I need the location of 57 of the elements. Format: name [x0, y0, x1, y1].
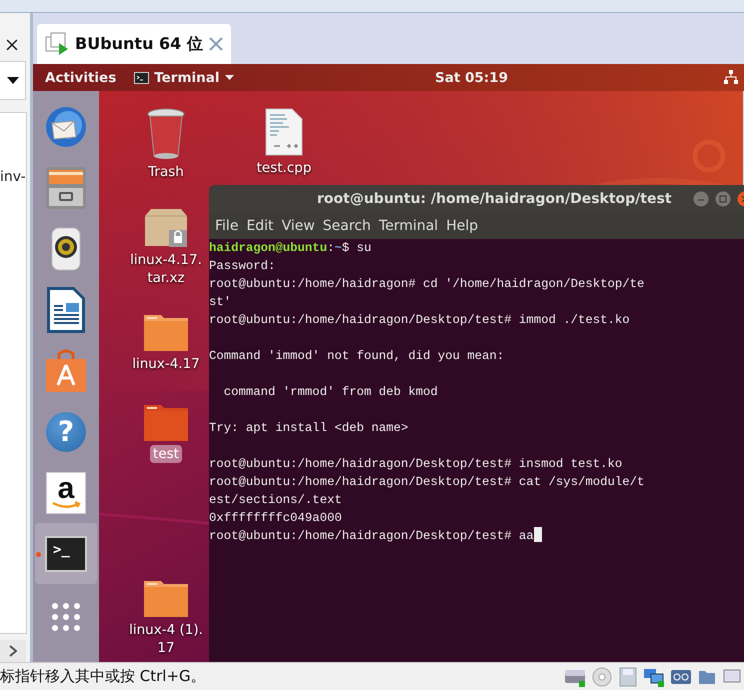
terminal-line: root@ubuntu:/home/haidragon/Desktop/test# cat /sys/module/t — [209, 474, 646, 491]
terminal-line: root@ubuntu:/home/haidragon/Desktop/test# immod ./test.ko — [209, 312, 631, 329]
dropdown[interactable] — [0, 60, 26, 100]
file-cabinet-icon[interactable] — [45, 166, 87, 210]
file-label[interactable]: Trash — [145, 163, 187, 181]
activities-button[interactable]: Activities — [45, 70, 116, 86]
clock[interactable]: Sat 05:19 — [435, 70, 508, 86]
close-icon[interactable] — [6, 39, 18, 51]
menu-item[interactable]: File — [215, 218, 244, 234]
terminal-line: Password: — [209, 258, 276, 275]
trash-icon[interactable] — [146, 108, 186, 160]
status-text: 标指针移入其中或按 Ctrl+G。 — [0, 667, 206, 686]
minimize-icon[interactable] — [693, 191, 709, 207]
folder-icon[interactable] — [143, 402, 189, 442]
file-label[interactable]: linux-4.17 — [129, 355, 203, 373]
network-icon[interactable] — [724, 70, 738, 84]
network-icon[interactable] — [643, 666, 665, 686]
maximize-icon[interactable] — [715, 191, 731, 207]
menu-item[interactable]: Help — [446, 218, 484, 234]
file-label[interactable]: test.cpp — [254, 159, 314, 177]
vm-icon — [45, 32, 69, 56]
folder-icon[interactable] — [143, 578, 189, 618]
code-file-icon[interactable] — [265, 108, 303, 156]
shopping-bag-icon[interactable] — [45, 348, 87, 392]
caret-icon — [6, 77, 18, 84]
chevron-icon[interactable] — [9, 645, 17, 658]
app-grid-icon[interactable] — [51, 602, 81, 632]
file-label[interactable]: linux-4.17. tar.xz — [127, 251, 205, 287]
terminal-line: command 'rmmod' from deb kmod — [222, 384, 439, 401]
file-label[interactable]: linux-4 (1). 17 — [126, 621, 206, 657]
amazon-icon[interactable]: a — [46, 472, 86, 514]
terminal-line: st' — [209, 294, 232, 311]
terminal-line: root@ubuntu:/home/haidragon/Desktop/test# insmod test.ko — [209, 456, 624, 473]
document-icon[interactable] — [46, 286, 86, 334]
menu-item[interactable]: View — [282, 218, 321, 234]
list-item-text: inv- — [0, 169, 26, 186]
package-icon[interactable] — [143, 208, 189, 248]
caret-icon — [224, 75, 234, 80]
terminal-icon — [134, 72, 150, 84]
menu-item[interactable]: Search — [322, 218, 377, 234]
running-dot — [36, 552, 41, 557]
terminal-line: haidragon@ubuntu:~$ su — [209, 240, 372, 257]
menu-item[interactable]: Edit — [246, 218, 280, 234]
menu-item[interactable]: Terminal — [378, 218, 444, 234]
terminal-line: 0xffffffffc049a000 — [209, 510, 343, 527]
terminal-line: est/sections/.text — [209, 492, 343, 509]
terminal-line: Try: apt install <deb name> — [209, 420, 410, 437]
terminal-icon[interactable]: >_ — [45, 536, 87, 572]
vm-tab[interactable]: BUbuntu 64 位 — [37, 24, 231, 64]
window-title: root@ubuntu: /home/haidragon/Desktop/test — [317, 191, 672, 207]
disc-icon[interactable] — [591, 666, 613, 686]
terminal-line: Command 'immod' not found, did you mean: — [209, 348, 506, 365]
folder-icon[interactable] — [143, 312, 189, 352]
app-menu[interactable]: Terminal — [134, 70, 234, 86]
terminal-line: root@ubuntu:/home/haidragon# cd '/home/haidragon/Desktop/te — [209, 276, 646, 293]
terminal-line: root@ubuntu:/home/haidragon/Desktop/test# aa — [209, 527, 744, 545]
mail-icon[interactable] — [44, 104, 88, 148]
